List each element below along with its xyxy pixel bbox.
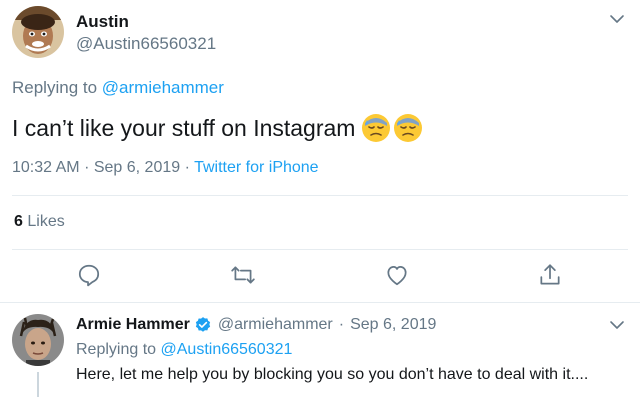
tweet-meta: 10:32 AM · Sep 6, 2019 · Twitter for iPh…: [12, 159, 319, 177]
thread-connector-line: [37, 372, 39, 397]
tweet-actions: [0, 260, 640, 290]
emoji-group: [361, 113, 423, 143]
meta-separator: ·: [84, 159, 90, 176]
tweet-date[interactable]: Sep 6, 2019: [94, 159, 180, 176]
likes-label: Likes: [27, 213, 65, 230]
reply-author-name[interactable]: Armie Hammer: [76, 316, 190, 334]
downcast-face-with-sweat-icon: [393, 113, 423, 143]
reply-body: Here, let me help you by blocking you so…: [76, 366, 589, 383]
reply-author-avatar[interactable]: [12, 314, 64, 366]
like-icon[interactable]: [384, 262, 410, 288]
tweet-source-link[interactable]: Twitter for iPhone: [194, 159, 319, 176]
downcast-face-with-sweat-icon: [361, 113, 391, 143]
reply-replying-prefix: Replying to: [76, 341, 157, 358]
likes-stat[interactable]: 6 Likes: [14, 213, 65, 231]
reply-icon[interactable]: [76, 262, 102, 288]
tweet-time[interactable]: 10:32 AM: [12, 159, 80, 176]
replying-mention-link[interactable]: @armiehammer: [102, 78, 224, 97]
replying-to: Replying to @armiehammer: [12, 78, 224, 98]
verified-badge-icon: [194, 316, 212, 334]
author-avatar[interactable]: [12, 6, 64, 58]
retweet-icon[interactable]: [230, 262, 256, 288]
chevron-down-icon[interactable]: [608, 10, 626, 28]
author-name[interactable]: Austin: [76, 12, 129, 32]
reply-separator: ·: [338, 316, 345, 333]
divider: [12, 195, 628, 196]
reply-replying-to: Replying to @Austin66560321: [76, 341, 292, 359]
replying-prefix: Replying to: [12, 78, 98, 97]
reply-date[interactable]: Sep 6, 2019: [350, 316, 436, 334]
author-handle[interactable]: @Austin66560321: [76, 34, 216, 54]
tweet-text: I can’t like your stuff on Instagram: [12, 113, 423, 143]
tweet-body: I can’t like your stuff on Instagram: [12, 114, 356, 141]
reply-replying-mention-link[interactable]: @Austin66560321: [161, 341, 293, 358]
divider: [12, 249, 628, 250]
share-icon[interactable]: [537, 262, 563, 288]
meta-separator: ·: [184, 159, 190, 176]
reply-header: Armie Hammer @armiehammer · Sep 6, 2019: [76, 316, 436, 334]
likes-count: 6: [14, 213, 23, 230]
chevron-down-icon[interactable]: [608, 316, 626, 334]
divider: [0, 302, 640, 303]
reply-author-handle[interactable]: @armiehammer: [218, 316, 333, 334]
